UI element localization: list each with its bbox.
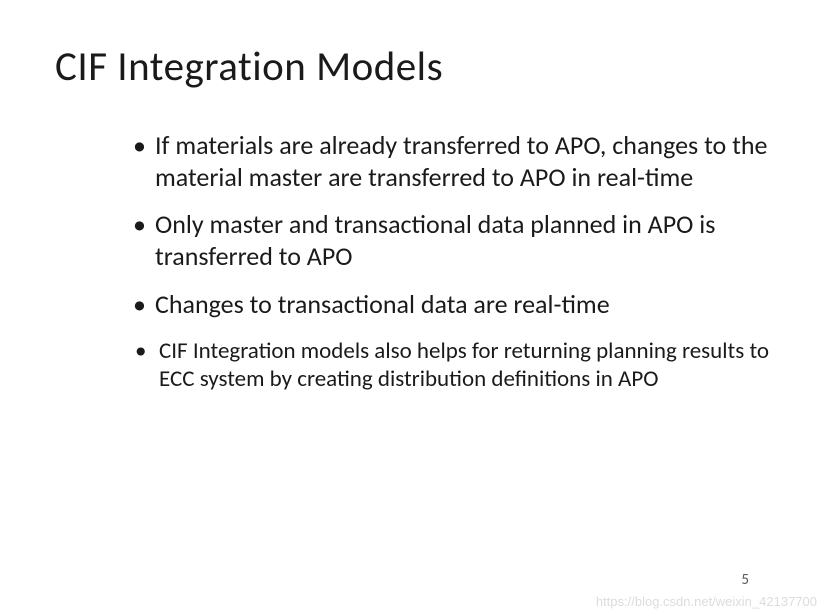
bullet-item: CIF Integration models also helps for re… <box>133 337 770 393</box>
slide-container: CIF Integration Models If materials are … <box>0 0 825 393</box>
bullet-item: Changes to transactional data are real-t… <box>133 289 770 321</box>
slide-title: CIF Integration Models <box>55 42 770 92</box>
bullet-item: If materials are already transferred to … <box>133 130 770 193</box>
bullet-item: Only master and transactional data plann… <box>133 209 770 272</box>
watermark: https://blog.csdn.net/weixin_42137700 <box>596 594 817 609</box>
page-number: 5 <box>741 571 749 589</box>
bullet-list: If materials are already transferred to … <box>55 130 770 393</box>
